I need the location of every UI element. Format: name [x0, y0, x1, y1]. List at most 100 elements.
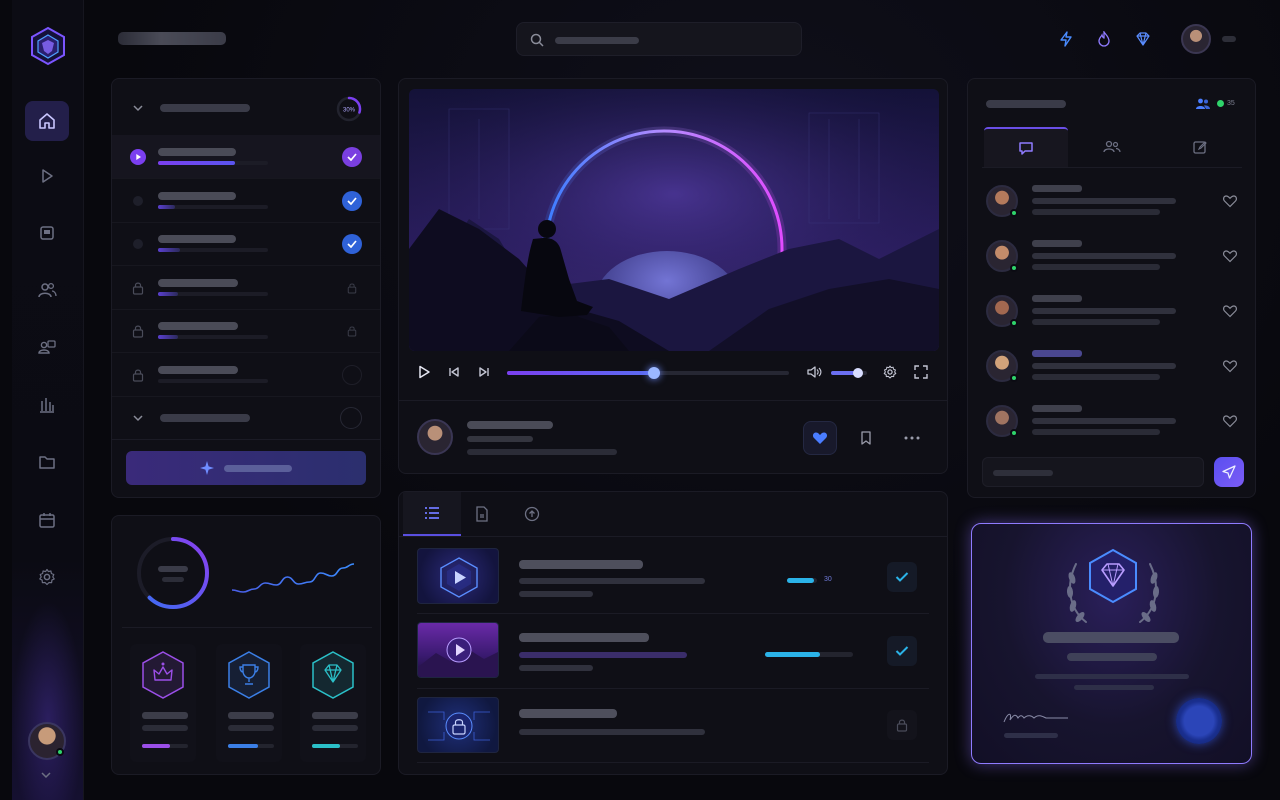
gear-icon — [39, 568, 55, 586]
chevron-down-icon[interactable] — [132, 413, 144, 423]
heart-icon[interactable] — [1222, 193, 1238, 209]
volume-handle[interactable] — [853, 368, 863, 378]
sidebar-item-analytics[interactable] — [25, 385, 69, 425]
instructor-avatar[interactable] — [417, 419, 453, 455]
achievement-badge[interactable] — [300, 644, 366, 762]
tab-chat[interactable] — [984, 127, 1068, 167]
achievement-badge[interactable] — [130, 644, 196, 762]
more-options-button[interactable] — [895, 421, 929, 455]
module-thumbnail[interactable] — [417, 622, 499, 678]
fullscreen-button[interactable] — [912, 363, 930, 381]
chat-message[interactable] — [986, 291, 1246, 335]
online-status-dot — [1010, 209, 1018, 217]
like-button[interactable] — [803, 421, 837, 455]
heart-icon[interactable] — [1222, 303, 1238, 319]
bar-chart-icon — [40, 398, 54, 413]
list-icon — [425, 507, 439, 519]
streak-button[interactable] — [1093, 28, 1115, 50]
calendar-icon — [39, 513, 55, 528]
volume-button[interactable] — [805, 363, 823, 381]
crown-icon — [142, 651, 184, 699]
settings-button[interactable] — [881, 363, 899, 381]
gems-button[interactable] — [1132, 28, 1154, 50]
heart-icon[interactable] — [1222, 413, 1238, 429]
chat-input[interactable] — [982, 457, 1204, 487]
video-frame[interactable] — [409, 89, 939, 351]
certificate-title-bar — [1043, 632, 1179, 643]
member-name — [1032, 350, 1082, 357]
chat-message[interactable] — [986, 181, 1246, 225]
video-scrubber-handle[interactable] — [647, 367, 660, 379]
module-title — [519, 633, 649, 642]
chat-message[interactable] — [986, 401, 1246, 445]
volume-slider[interactable] — [831, 368, 867, 378]
sidebar-item-files[interactable] — [25, 442, 69, 482]
play-button[interactable] — [415, 363, 433, 381]
member-name — [1032, 185, 1082, 192]
chevron-down-icon[interactable] — [40, 770, 52, 780]
sidebar-item-home[interactable] — [25, 101, 69, 141]
lesson-item[interactable] — [112, 266, 380, 310]
module-subtitle — [519, 578, 705, 584]
lesson-item[interactable] — [112, 179, 380, 223]
lesson-item[interactable] — [112, 222, 380, 267]
play-icon — [419, 365, 430, 379]
sidebar-item-notes[interactable] — [25, 213, 69, 253]
module-progress-bar — [787, 578, 817, 583]
lesson-item[interactable] — [112, 353, 380, 397]
lightning-button[interactable] — [1055, 28, 1077, 50]
signature-icon — [1003, 713, 1068, 723]
achievement-badge[interactable] — [216, 644, 282, 762]
chat-message[interactable] — [986, 346, 1246, 390]
online-count: 35 — [1227, 100, 1235, 107]
divider — [417, 613, 929, 614]
checkmark-icon — [895, 646, 909, 656]
skip-back-button[interactable] — [445, 363, 463, 381]
lesson-item[interactable] — [112, 135, 380, 179]
profile-menu-toggle[interactable] — [1222, 36, 1236, 42]
certificate-card[interactable] — [971, 523, 1252, 764]
trophy-icon — [228, 651, 270, 699]
lesson-progress-fill — [158, 204, 175, 209]
send-message-button[interactable] — [1214, 457, 1244, 487]
continue-learning-button[interactable] — [126, 451, 366, 485]
lesson-item[interactable] — [112, 309, 380, 354]
divider — [112, 439, 380, 440]
heart-icon[interactable] — [1222, 248, 1238, 264]
lesson-progress-track — [158, 291, 268, 296]
module-progress-fill — [765, 652, 820, 657]
module-meta — [519, 665, 593, 671]
page-title-placeholder — [118, 32, 226, 45]
volume-icon — [807, 366, 822, 378]
certificate-desc-bar — [1035, 674, 1189, 679]
bookmark-button[interactable] — [849, 421, 883, 455]
lesson-progress-fill — [158, 291, 178, 296]
sidebar-item-users[interactable] — [25, 270, 69, 310]
play-icon — [42, 169, 53, 183]
skip-forward-button[interactable] — [475, 363, 493, 381]
heart-icon[interactable] — [1222, 358, 1238, 374]
shield-logo-icon[interactable] — [28, 26, 68, 66]
sidebar-item-team[interactable] — [25, 327, 69, 367]
chevron-down-icon[interactable] — [132, 103, 144, 113]
module-thumbnail[interactable] — [417, 548, 499, 604]
tab-uploads[interactable] — [503, 492, 561, 536]
profile-avatar[interactable] — [1181, 24, 1211, 54]
lock-icon — [347, 283, 357, 294]
tab-members[interactable] — [1070, 127, 1154, 167]
member-name — [1032, 240, 1082, 247]
tab-notes[interactable] — [1158, 127, 1242, 167]
search-input[interactable] — [553, 31, 793, 49]
sidebar-item-calendar[interactable] — [25, 500, 69, 540]
chat-text-field[interactable] — [983, 458, 1203, 486]
chat-message[interactable] — [986, 236, 1246, 280]
video-progress-bar[interactable] — [507, 367, 789, 379]
search-box[interactable] — [516, 22, 802, 56]
sidebar-item-settings[interactable] — [25, 557, 69, 597]
lesson-icon — [130, 280, 146, 296]
users-icon — [38, 282, 57, 298]
module-status-locked — [887, 710, 917, 740]
message-text — [1032, 308, 1176, 314]
module-thumbnail[interactable] — [417, 697, 499, 753]
sidebar-item-play[interactable] — [25, 156, 69, 196]
